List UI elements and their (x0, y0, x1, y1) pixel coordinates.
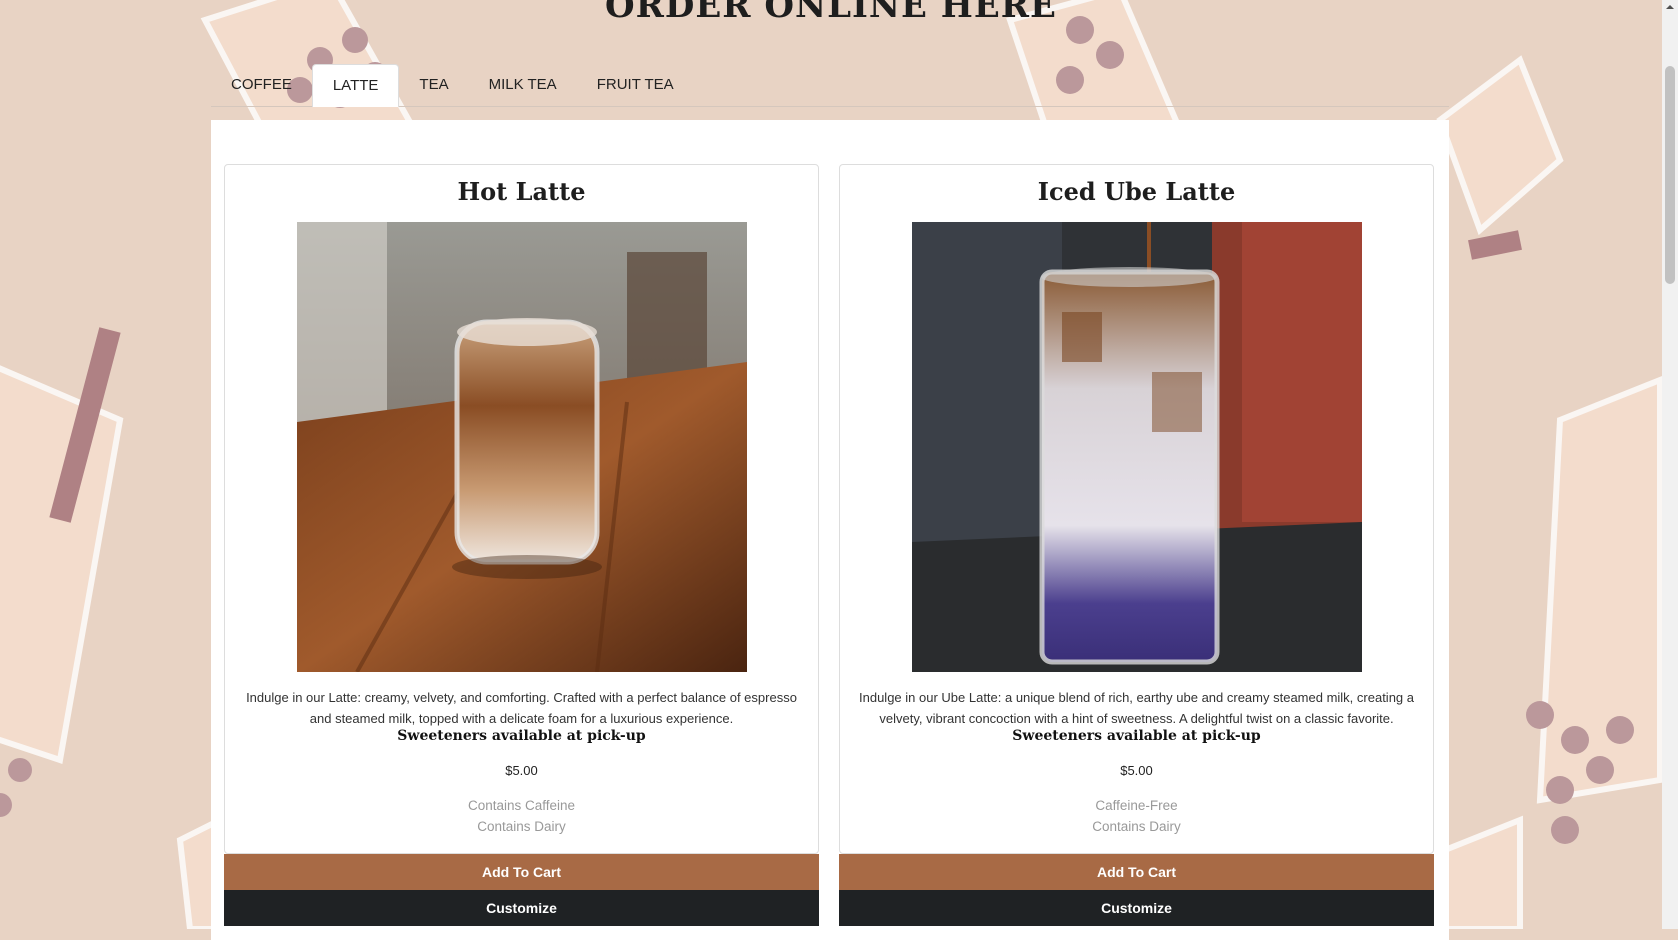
add-to-cart-button[interactable]: Add To Cart (839, 854, 1434, 890)
add-to-cart-button[interactable]: Add To Cart (224, 854, 819, 890)
page-title: ORDER ONLINE HERE (605, 0, 1057, 26)
vertical-scrollbar[interactable] (1662, 0, 1678, 929)
product-image-hot-latte (297, 222, 747, 672)
product-title: Iced Ube Latte (1037, 177, 1236, 206)
dairy-tag: Contains Dairy (477, 819, 566, 834)
scroll-up-arrow-icon[interactable] (1662, 0, 1678, 14)
order-page: ORDER ONLINE HERE COFFEE LATTE TEA MILK … (0, 0, 1662, 940)
caffeine-tag: Contains Caffeine (467, 798, 576, 813)
sweeteners-note: Sweeteners available at pick-up (1012, 728, 1261, 744)
product-panel: Hot Latte Indulge in our Latte: creamy, … (211, 120, 1449, 940)
dairy-tag: Contains Dairy (1092, 819, 1181, 834)
product-card-hot-latte: Hot Latte Indulge in our Latte: creamy, … (224, 164, 819, 854)
product-image-iced-ube-latte (912, 222, 1362, 672)
tab-coffee[interactable]: COFFEE (211, 64, 312, 106)
customize-button[interactable]: Customize (839, 890, 1434, 926)
sweeteners-note: Sweeteners available at pick-up (397, 728, 646, 744)
category-tabs: COFFEE LATTE TEA MILK TEA FRUIT TEA (211, 64, 1449, 107)
tab-tea[interactable]: TEA (399, 64, 468, 106)
tab-latte[interactable]: LATTE (311, 64, 400, 107)
product-price: $5.00 (1120, 763, 1153, 778)
customize-button[interactable]: Customize (224, 890, 819, 926)
product-card-iced-ube-latte: Iced Ube Latte Indulge in our Ube Latte:… (839, 164, 1434, 854)
product-description: Indulge in our Ube Latte: a unique blend… (859, 690, 1414, 726)
caffeine-tag: Caffeine-Free (1095, 798, 1178, 813)
product-description: Indulge in our Latte: creamy, velvety, a… (246, 690, 797, 726)
product-price: $5.00 (505, 763, 538, 778)
tab-milk-tea[interactable]: MILK TEA (469, 64, 577, 106)
product-title: Hot Latte (457, 177, 586, 206)
scrollbar-thumb[interactable] (1665, 66, 1675, 284)
tab-fruit-tea[interactable]: FRUIT TEA (577, 64, 694, 106)
